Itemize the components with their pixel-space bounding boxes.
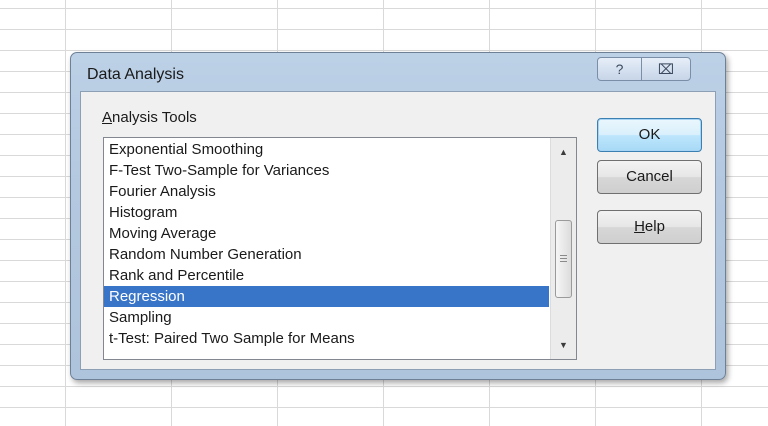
help-caption-button[interactable]: ? <box>597 57 642 81</box>
list-item-regression[interactable]: Regression <box>104 286 549 307</box>
list-item-moving-average[interactable]: Moving Average <box>104 223 549 244</box>
ok-button[interactable]: OK <box>597 118 702 152</box>
dialog-title: Data Analysis <box>87 66 184 83</box>
listbox-scrollbar[interactable]: ▲ ▼ <box>550 138 576 359</box>
data-analysis-dialog: Data Analysis ? ⌧ Analysis Tools Exponen… <box>70 52 726 380</box>
analysis-tools-label: Analysis Tools <box>102 109 197 126</box>
help-accelerator: H <box>634 218 645 235</box>
dialog-client-area: Analysis Tools Exponential Smoothing F-T… <box>80 91 716 370</box>
help-button-label: elp <box>644 218 665 235</box>
grip-icon <box>560 255 567 264</box>
list-item-fourier-analysis[interactable]: Fourier Analysis <box>104 181 549 202</box>
list-item-t-test-paired[interactable]: t-Test: Paired Two Sample for Means <box>104 328 549 349</box>
list-item-sampling[interactable]: Sampling <box>104 307 549 328</box>
scroll-down-arrow-icon[interactable]: ▼ <box>551 335 576 355</box>
scroll-up-arrow-icon[interactable]: ▲ <box>551 142 576 162</box>
list-item-f-test[interactable]: F-Test Two-Sample for Variances <box>104 160 549 181</box>
list-item-random-number-generation[interactable]: Random Number Generation <box>104 244 549 265</box>
scrollbar-thumb[interactable] <box>555 220 572 298</box>
help-button[interactable]: Help <box>597 210 702 244</box>
list-item-histogram[interactable]: Histogram <box>104 202 549 223</box>
analysis-tools-accelerator: A <box>102 109 113 126</box>
analysis-tools-listbox[interactable]: Exponential Smoothing F-Test Two-Sample … <box>103 137 577 360</box>
close-caption-button[interactable]: ⌧ <box>641 57 691 81</box>
analysis-tools-label-text: nalysis Tools <box>112 109 197 126</box>
cancel-button[interactable]: Cancel <box>597 160 702 194</box>
list-item-exponential-smoothing[interactable]: Exponential Smoothing <box>104 139 549 160</box>
list-item-rank-and-percentile[interactable]: Rank and Percentile <box>104 265 549 286</box>
